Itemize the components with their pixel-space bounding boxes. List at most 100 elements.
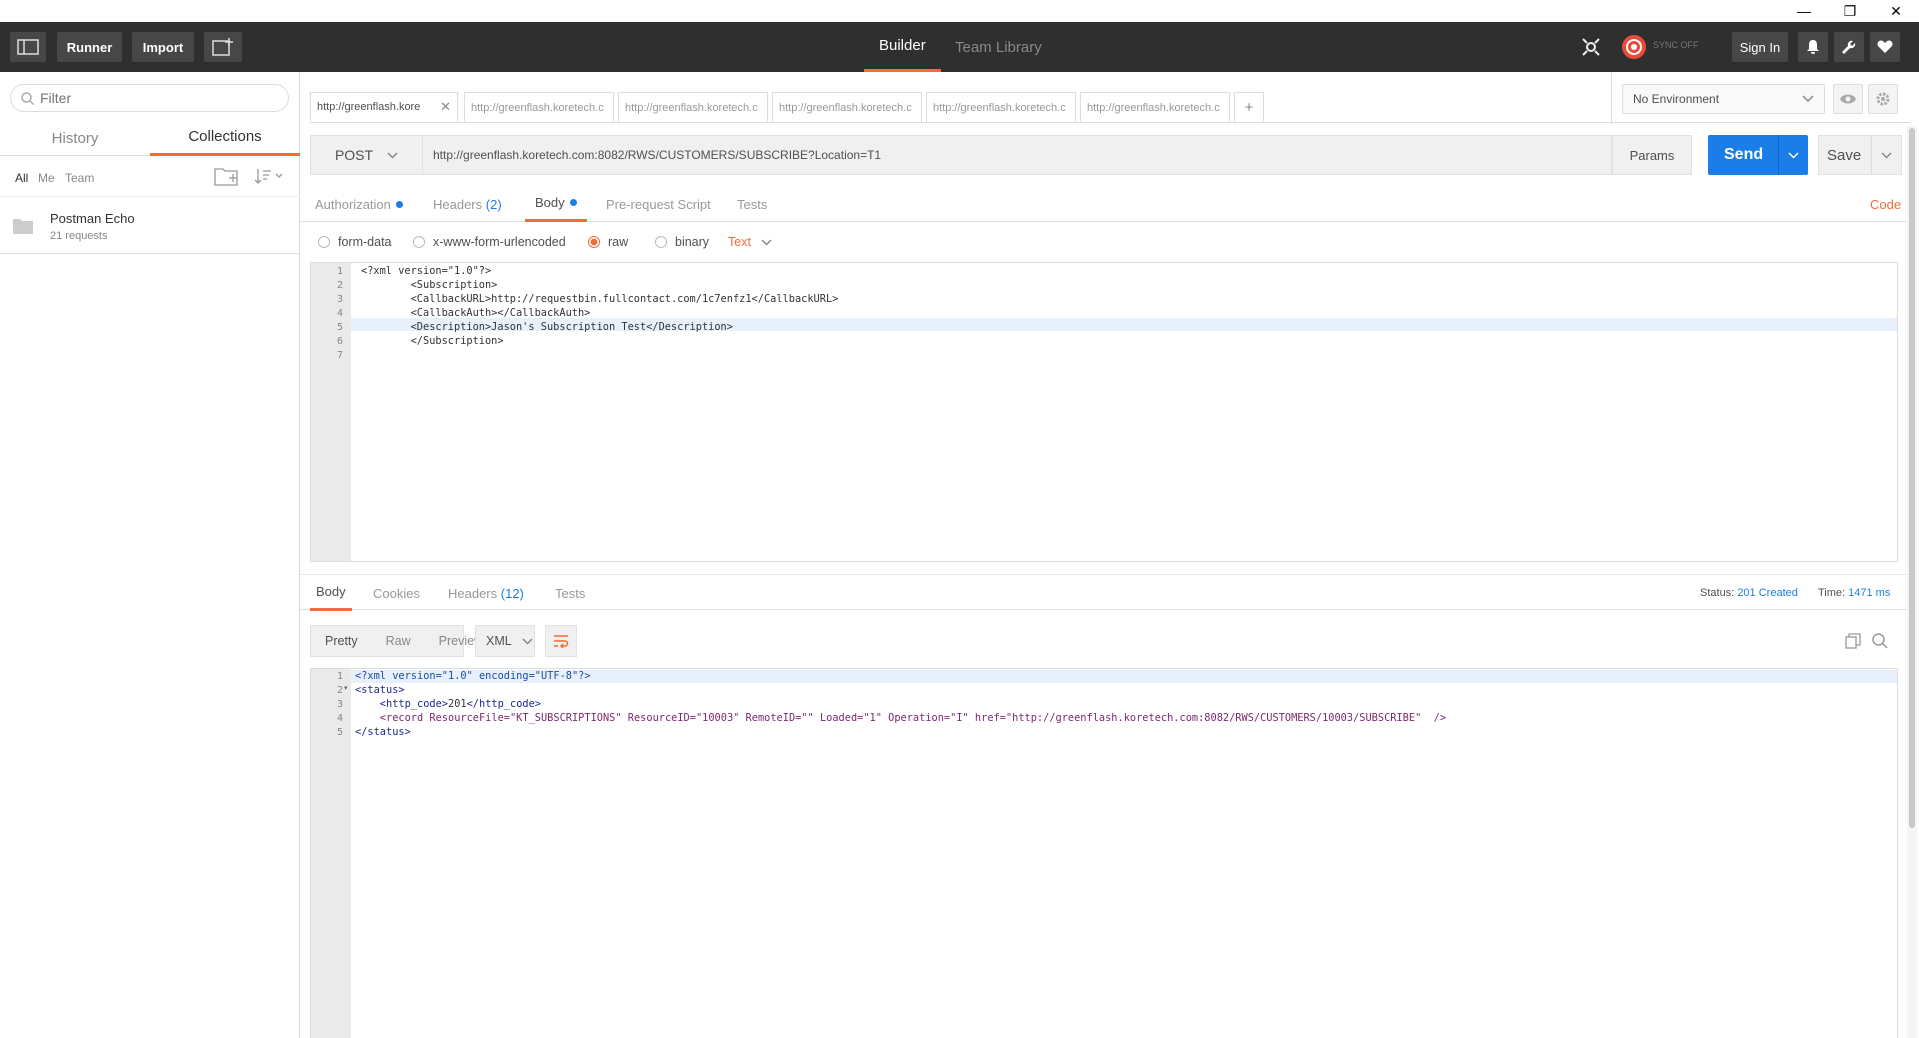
filter-input[interactable]: [40, 90, 260, 106]
response-tab-headers[interactable]: Headers (12): [448, 575, 524, 611]
collection-name: Postman Echo: [50, 211, 135, 226]
save-button[interactable]: Save: [1818, 135, 1902, 175]
code-line: <CallbackURL>http://requestbin.fullconta…: [361, 293, 839, 305]
runner-button[interactable]: Runner: [57, 32, 122, 62]
manage-environments-button[interactable]: [1868, 84, 1898, 114]
send-button[interactable]: Send: [1708, 135, 1808, 175]
response-status: Status: 201 Created: [1700, 587, 1798, 599]
search-response-button[interactable]: [1872, 633, 1888, 652]
line-number: 2: [336, 685, 343, 696]
env-divider: [1611, 72, 1612, 124]
sync-icon[interactable]: [1621, 34, 1647, 60]
auth-indicator: [395, 200, 403, 208]
request-tab-active[interactable]: http://greenflash.kore ✕: [310, 92, 458, 122]
send-options-icon[interactable]: [1788, 151, 1799, 159]
code-line: <Description>Jason's Subscription Test</…: [361, 321, 733, 333]
params-button[interactable]: Params: [1612, 135, 1692, 175]
line-gutter: [311, 669, 351, 1038]
response-tab-tests[interactable]: Tests: [555, 575, 585, 611]
tab-team-library[interactable]: Team Library: [955, 22, 1042, 72]
tab-body[interactable]: Body: [525, 186, 587, 222]
main-scrollbar[interactable]: [1907, 126, 1917, 1038]
filter-team[interactable]: Team: [65, 171, 94, 185]
bell-icon: [1807, 40, 1819, 54]
close-button[interactable]: ✕: [1873, 0, 1919, 22]
minimize-button[interactable]: —: [1781, 0, 1827, 22]
radio-form-data[interactable]: form-data: [318, 235, 392, 249]
filter-me[interactable]: Me: [38, 171, 55, 185]
method-select[interactable]: POST: [310, 135, 422, 175]
save-options-icon[interactable]: [1881, 151, 1892, 159]
tab-history[interactable]: History: [0, 120, 150, 156]
eye-icon: [1840, 94, 1856, 104]
tab-headers[interactable]: Headers (2): [433, 186, 502, 222]
radio-raw[interactable]: raw: [588, 235, 628, 249]
code-line: <CallbackAuth></CallbackAuth>: [361, 307, 591, 319]
copy-button[interactable]: [1845, 633, 1861, 652]
tab-authorization[interactable]: Authorization: [315, 186, 403, 222]
window-titlebar: — ❐ ✕: [0, 0, 1919, 22]
sort-icon: [254, 169, 283, 184]
new-window-button[interactable]: [204, 32, 242, 62]
line-number: 5: [336, 727, 343, 738]
tab-collections[interactable]: Collections: [150, 120, 300, 156]
line-number: 6: [336, 336, 343, 347]
filter-field[interactable]: [10, 84, 289, 112]
sign-in-button[interactable]: Sign In: [1732, 32, 1788, 62]
content-type-select[interactable]: Text: [728, 235, 772, 249]
sort-button[interactable]: [254, 168, 284, 187]
response-tab-body[interactable]: Body: [310, 575, 352, 611]
tab-tests[interactable]: Tests: [737, 186, 767, 222]
environment-quicklook-button[interactable]: [1833, 84, 1863, 114]
tabs-divider: [310, 122, 1910, 123]
url-input[interactable]: http://greenflash.koretech.com:8082/RWS/…: [422, 135, 1612, 175]
response-tab-cookies[interactable]: Cookies: [373, 575, 420, 611]
response-time: Time: 1471 ms: [1818, 587, 1891, 599]
notifications-button[interactable]: [1798, 32, 1828, 62]
tab-prerequest-script[interactable]: Pre-request Script: [606, 186, 711, 222]
favorite-button[interactable]: [1870, 32, 1900, 62]
wrench-icon: [1842, 40, 1856, 54]
response-view-mode: Pretty Raw Preview: [310, 625, 483, 657]
response-tabs: Body Cookies Headers (12) Tests Status: …: [300, 574, 1910, 611]
sidebar-toggle-button[interactable]: [10, 32, 46, 62]
new-collection-button[interactable]: [214, 166, 240, 189]
collection-item[interactable]: Postman Echo 21 requests: [0, 198, 300, 254]
view-pretty[interactable]: Pretty: [311, 634, 372, 648]
interceptor-icon[interactable]: [1580, 36, 1602, 58]
request-builder: http://greenflash.kore ✕ http://greenfla…: [300, 72, 1919, 1038]
request-tab[interactable]: http://greenflash.koretech.c: [618, 92, 768, 122]
tab-builder[interactable]: Builder: [864, 22, 941, 72]
code-line: <record ResourceFile="KT_SUBSCRIPTIONS" …: [355, 712, 1447, 724]
radio-binary[interactable]: binary: [655, 235, 709, 249]
scrollbar-thumb[interactable]: [1909, 128, 1915, 828]
filter-all[interactable]: All: [15, 171, 28, 185]
add-tab-button[interactable]: +: [1234, 92, 1264, 122]
response-format-select[interactable]: XML: [475, 625, 535, 657]
chevron-down-icon: [1802, 95, 1814, 103]
request-tab[interactable]: http://greenflash.koretech.c: [926, 92, 1076, 122]
close-tab-icon[interactable]: ✕: [440, 99, 451, 115]
request-tab[interactable]: http://greenflash.koretech.c: [772, 92, 922, 122]
fold-arrow-icon[interactable]: ▾: [344, 684, 348, 692]
environment-select[interactable]: No Environment: [1622, 84, 1825, 114]
code-line: <status>: [355, 684, 405, 696]
import-button[interactable]: Import: [132, 32, 194, 62]
settings-button[interactable]: [1834, 32, 1864, 62]
request-body-editor[interactable]: 1 2 3 4 5 6 7 <?xml version="1.0"?> <Sub…: [310, 262, 1898, 562]
code-link[interactable]: Code: [1870, 186, 1901, 222]
chevron-down-icon: [761, 238, 772, 246]
sidebar: History Collections All Me Team Postman …: [0, 72, 300, 1038]
view-raw[interactable]: Raw: [372, 634, 425, 648]
sidebar-icon: [17, 39, 39, 55]
request-tab[interactable]: http://greenflash.koretech.c: [1080, 92, 1230, 122]
radio-urlencoded[interactable]: x-www-form-urlencoded: [413, 235, 566, 249]
wrap-lines-button[interactable]: [545, 625, 577, 657]
restore-button[interactable]: ❐: [1827, 0, 1873, 22]
response-body-viewer[interactable]: 1 2 3 4 5 ▾ <?xml version="1.0" encoding…: [310, 668, 1898, 1038]
request-tab[interactable]: http://greenflash.koretech.c: [464, 92, 614, 122]
code-line: <Subscription>: [361, 279, 498, 291]
copy-icon: [1845, 633, 1861, 649]
wrap-icon: [554, 635, 569, 648]
search-icon: [1872, 633, 1888, 649]
